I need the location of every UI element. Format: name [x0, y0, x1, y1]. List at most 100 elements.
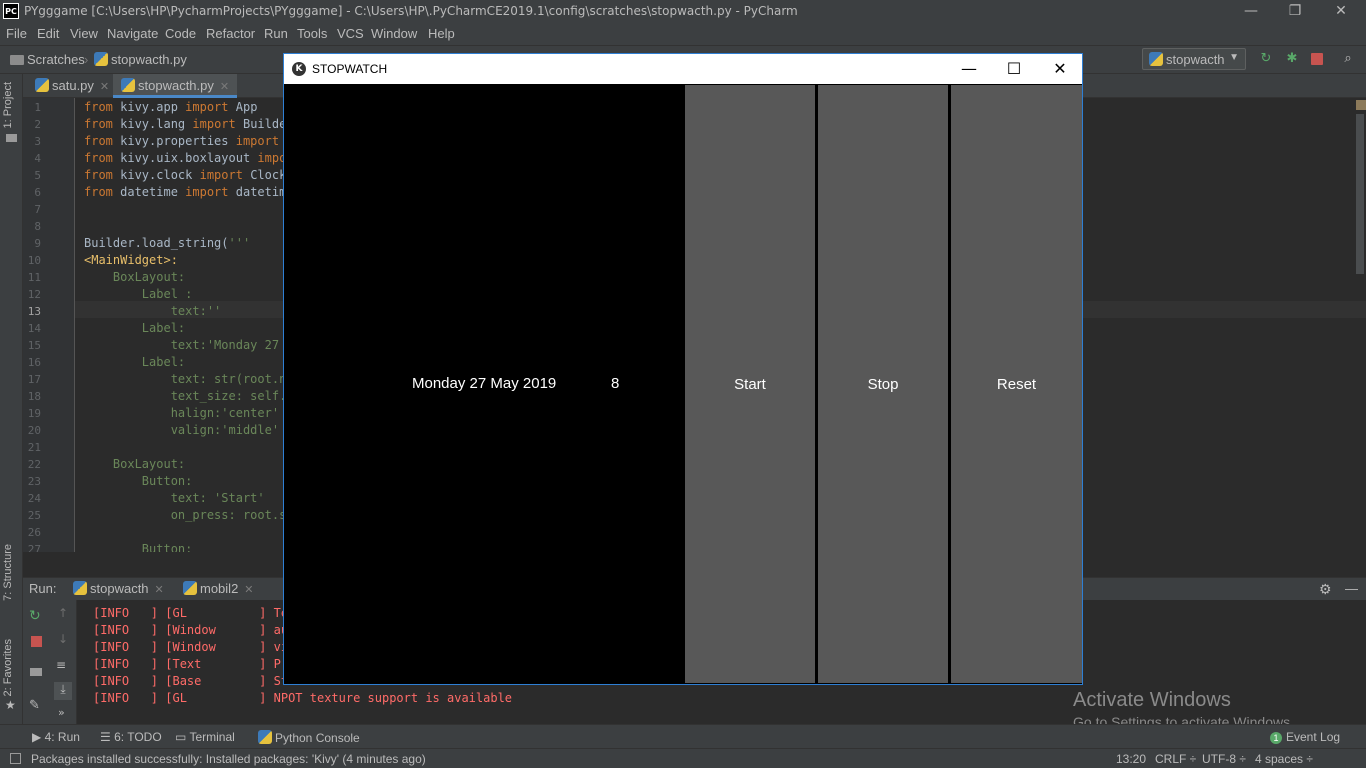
- run-configuration-select[interactable]: stopwacth ▼: [1142, 48, 1246, 70]
- rerun-icon[interactable]: ↻: [1259, 52, 1273, 66]
- breadcrumb-file[interactable]: stopwacth.py: [94, 52, 187, 67]
- scroll-to-end-icon[interactable]: ⤓: [54, 682, 72, 700]
- favorites-tool-tab[interactable]: 2: Favorites: [2, 639, 14, 696]
- close-icon[interactable]: ✕: [244, 584, 253, 596]
- indent-setting[interactable]: 4 spaces ÷: [1255, 752, 1313, 766]
- stopwatch-title-bar: K STOPWATCH — ☐ ✕: [284, 54, 1082, 84]
- minimize-button[interactable]: —: [1228, 0, 1274, 23]
- inspection-status-icon[interactable]: [1356, 100, 1366, 110]
- close-icon[interactable]: ✕: [220, 81, 229, 93]
- start-button[interactable]: Start: [685, 85, 815, 683]
- tab-event-log-label: Event Log: [1286, 730, 1341, 744]
- editor-scrollbar[interactable]: [1356, 114, 1364, 274]
- run-tab-stopwacth[interactable]: stopwacth ✕: [73, 581, 164, 596]
- stopwatch-window[interactable]: K STOPWATCH — ☐ ✕ Monday 27 May 2019 8 S…: [283, 53, 1083, 685]
- more-icon[interactable]: »: [58, 706, 65, 719]
- menu-file[interactable]: File: [6, 26, 27, 41]
- line-number: 7: [34, 203, 41, 216]
- run-tab-label: mobil2: [200, 581, 239, 596]
- play-icon: ▶: [32, 730, 45, 744]
- console-line: [INFO ] [Base ] St: [93, 674, 289, 688]
- tab-event-log[interactable]: 1 Event Log: [1270, 730, 1340, 744]
- run-toolbar: ↻ ✎: [23, 600, 50, 724]
- code-line: from kivy.clock import Clock: [84, 168, 287, 182]
- line-number: 15: [27, 339, 41, 352]
- tab-todo[interactable]: ☰ 6: TODO: [100, 730, 162, 744]
- line-number: 9: [34, 237, 41, 250]
- console-line: [INFO ] [GL ] Te: [93, 606, 289, 620]
- project-tool-tab[interactable]: 1: Project: [2, 82, 14, 128]
- menu-window[interactable]: Window: [371, 26, 417, 41]
- debug-icon[interactable]: ✱: [1285, 52, 1299, 66]
- tab-satu-py[interactable]: satu.py ✕: [27, 74, 117, 98]
- soft-wrap-icon[interactable]: ≡: [56, 658, 66, 672]
- menu-view[interactable]: View: [70, 26, 98, 41]
- tab-stopwacth-py[interactable]: stopwacth.py ✕: [113, 74, 238, 98]
- status-message[interactable]: Packages installed successfully: Install…: [31, 752, 426, 766]
- stop-icon[interactable]: [1311, 53, 1323, 65]
- stopwatch-close-button[interactable]: ✕: [1037, 54, 1083, 84]
- caret-position[interactable]: 13:20: [1116, 752, 1146, 766]
- code-line: text: str(root.nu: [84, 372, 294, 386]
- stop-icon[interactable]: [31, 636, 42, 647]
- tab-run[interactable]: ▶ 4: Run: [32, 730, 80, 744]
- hide-panel-icon[interactable]: —: [1345, 581, 1358, 596]
- close-icon[interactable]: ✕: [100, 81, 109, 93]
- tab-python-console[interactable]: Python Console: [258, 730, 360, 745]
- line-number: 8: [34, 220, 41, 233]
- tab-run-label: 4: Run: [44, 730, 80, 744]
- ide-title-bar: PC PYgggame [C:\Users\HP\PycharmProjects…: [0, 0, 1366, 23]
- gear-icon[interactable]: ⚙: [1319, 581, 1332, 598]
- menu-help[interactable]: Help: [428, 26, 455, 41]
- file-encoding[interactable]: UTF-8 ÷: [1202, 752, 1246, 766]
- reset-button[interactable]: Reset: [951, 85, 1082, 683]
- folder-icon: [6, 134, 17, 142]
- line-number: 13: [27, 305, 41, 318]
- line-number: 24: [27, 492, 41, 505]
- folder-icon: [10, 55, 24, 65]
- status-square-icon[interactable]: [10, 753, 21, 764]
- menu-refactor[interactable]: Refactor: [206, 26, 255, 41]
- menu-edit[interactable]: Edit: [37, 26, 59, 41]
- menu-vcs[interactable]: VCS: [337, 26, 364, 41]
- tab-terminal-label: Terminal: [189, 730, 235, 744]
- bottom-tool-tabs: ▶ 4: Run ☰ 6: TODO ▭ Terminal Python Con…: [0, 724, 1366, 748]
- line-number: 1: [34, 101, 41, 114]
- breadcrumb-scratches[interactable]: Scratches: [10, 52, 85, 67]
- code-line: text:'Monday 27 M: [84, 338, 294, 352]
- arrow-down-icon[interactable]: ↓: [58, 632, 68, 646]
- run-tab-mobil2[interactable]: mobil2 ✕: [183, 581, 254, 596]
- tab-todo-label: 6: TODO: [114, 730, 162, 744]
- menu-navigate[interactable]: Navigate: [107, 26, 158, 41]
- kivy-app-icon: K: [292, 62, 306, 76]
- stopwatch-minimize-button[interactable]: —: [946, 54, 992, 84]
- restore-button[interactable]: ❐: [1272, 0, 1318, 23]
- stopwatch-maximize-button[interactable]: ☐: [991, 54, 1037, 84]
- breadcrumb-file-label: stopwacth.py: [111, 52, 187, 67]
- tab-terminal[interactable]: ▭ Terminal: [175, 730, 235, 744]
- line-number: 5: [34, 169, 41, 182]
- code-line: BoxLayout:: [84, 457, 186, 471]
- terminal-icon: ▭: [175, 730, 190, 744]
- menu-code[interactable]: Code: [165, 26, 196, 41]
- pin-icon[interactable]: ✎: [29, 698, 40, 713]
- stop-button[interactable]: Stop: [818, 85, 948, 683]
- console-line: [INFO ] [Text ] Pr: [93, 657, 289, 671]
- line-number: 27: [27, 543, 41, 552]
- search-icon[interactable]: ⌕: [1341, 52, 1355, 66]
- line-number: 6: [34, 186, 41, 199]
- arrow-up-icon[interactable]: ↑: [58, 606, 68, 620]
- close-button[interactable]: ✕: [1318, 0, 1364, 23]
- tab-label: satu.py: [52, 78, 94, 93]
- close-icon[interactable]: ✕: [155, 584, 164, 596]
- rerun-icon[interactable]: ↻: [29, 608, 41, 624]
- line-separator[interactable]: CRLF ÷: [1155, 752, 1196, 766]
- structure-tool-tab[interactable]: 7: Structure: [2, 544, 14, 601]
- menu-tools[interactable]: Tools: [297, 26, 327, 41]
- menu-run[interactable]: Run: [264, 26, 288, 41]
- layout-icon[interactable]: [30, 668, 42, 676]
- code-line: Label :: [84, 287, 193, 301]
- breadcrumb-scratches-label: Scratches: [27, 52, 85, 67]
- code-line: from kivy.properties import N: [84, 134, 294, 148]
- code-line: from datetime import datetime: [84, 185, 294, 199]
